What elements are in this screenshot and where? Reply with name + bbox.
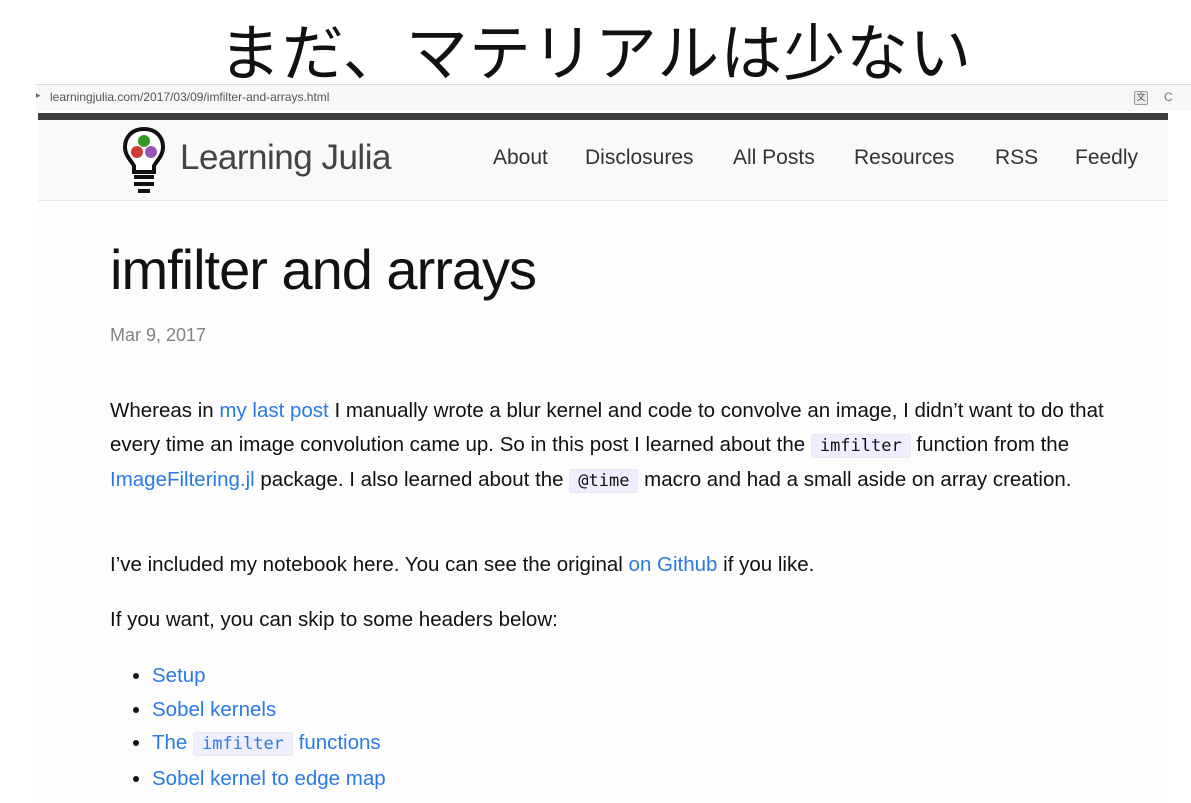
site-title[interactable]: Learning Julia	[180, 138, 391, 178]
notebook-paragraph: I’ve included my notebook here. You can …	[110, 548, 1150, 582]
list-item: Sobel kernels	[152, 693, 386, 727]
list-item: Setup	[152, 659, 386, 693]
skip-paragraph: If you want, you can skip to some header…	[110, 608, 558, 631]
translate-icon[interactable]: 文	[1134, 91, 1148, 105]
lightbulb-logo-icon[interactable]	[122, 126, 166, 196]
github-link[interactable]: on Github	[629, 553, 718, 576]
header-list: Setup Sobel kernels The imfilter functio…	[110, 659, 386, 795]
nav-all-posts[interactable]: All Posts	[733, 146, 815, 170]
address-bar[interactable]: ▸ learningjulia.com/2017/03/09/imfilter-…	[36, 84, 1191, 111]
time-macro-code: @time	[569, 469, 639, 493]
intro-text-3: function from the	[910, 432, 1070, 456]
toc-imfilter-pre: The	[152, 731, 194, 754]
site-top-bar	[38, 113, 1168, 120]
post-content: imfilter and arrays Mar 9, 2017 Whereas …	[38, 201, 1168, 803]
intro-paragraph: Whereas in my last post I manually wrote…	[110, 394, 1150, 499]
intro-text-1: Whereas in	[110, 399, 220, 422]
notebook-text-1: I’ve included my notebook here. You can …	[110, 553, 629, 576]
last-post-link[interactable]: my last post	[219, 399, 328, 422]
page-info-icon[interactable]: ▸	[36, 91, 41, 101]
intro-text-5: macro and had a small aside on array cre…	[638, 468, 1072, 491]
toc-imfilter-functions-link[interactable]: The imfilter functions	[152, 731, 381, 756]
nav-about[interactable]: About	[493, 146, 548, 170]
notebook-text-2: if you like.	[717, 553, 815, 576]
intro-text-4: package. I also learned about the	[254, 468, 570, 491]
imfilter-code: imfilter	[810, 433, 911, 458]
imagefiltering-link[interactable]: ImageFiltering.jl	[110, 468, 255, 491]
url-text[interactable]: learningjulia.com/2017/03/09/imfilter-an…	[50, 90, 329, 104]
menu-icon[interactable]: C	[1164, 90, 1173, 104]
toc-sobel-kernels-link[interactable]: Sobel kernels	[152, 698, 276, 721]
toc-edge-map-link[interactable]: Sobel kernel to edge map	[152, 767, 386, 790]
post-title: imfilter and arrays	[110, 238, 537, 301]
toc-imfilter-code: imfilter	[193, 732, 293, 756]
list-item: The imfilter functions	[152, 726, 386, 762]
list-item: Sobel kernel to edge map	[152, 762, 386, 796]
nav-feedly[interactable]: Feedly	[1075, 146, 1138, 170]
site-header: Learning Julia About Disclosures All Pos…	[38, 120, 1168, 201]
nav-rss[interactable]: RSS	[995, 146, 1038, 170]
toc-setup-link[interactable]: Setup	[152, 664, 206, 687]
nav-disclosures[interactable]: Disclosures	[585, 146, 694, 170]
slide-title: まだ、マテリアルは少ない	[218, 17, 973, 90]
toc-imfilter-post: functions	[292, 731, 381, 754]
post-date: Mar 9, 2017	[110, 325, 207, 345]
nav-resources[interactable]: Resources	[854, 146, 954, 170]
